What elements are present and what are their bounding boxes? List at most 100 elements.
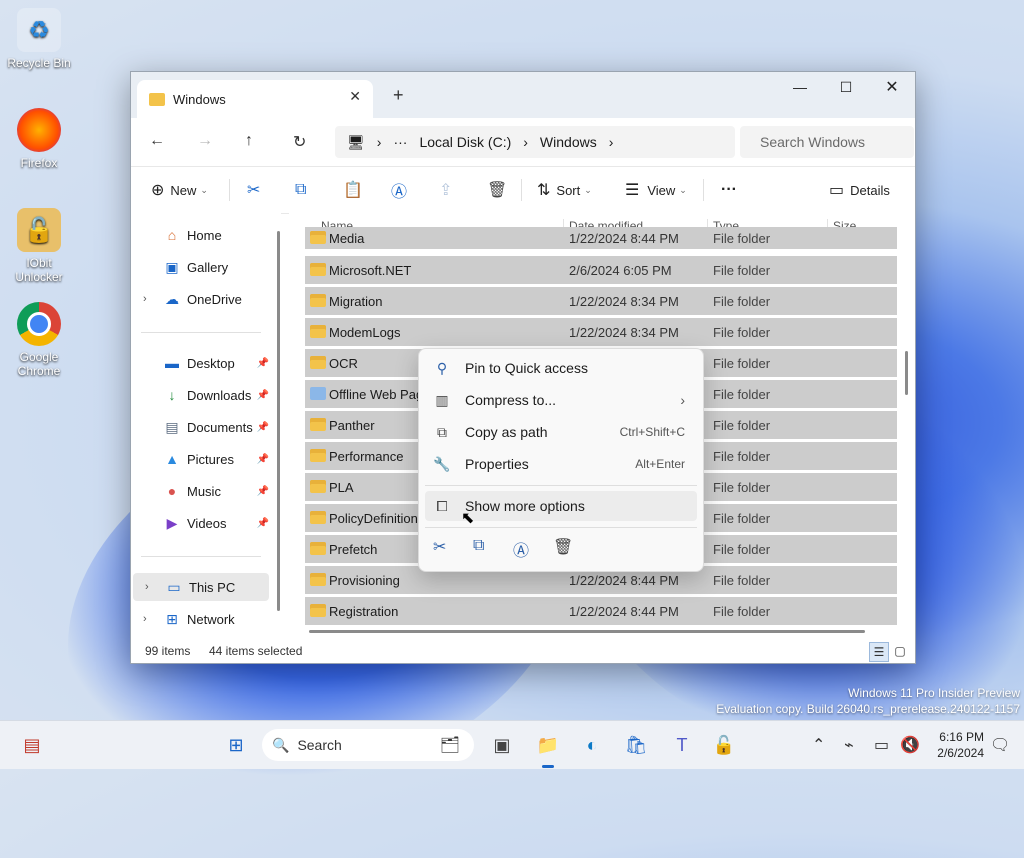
firefox-icon [17, 108, 61, 152]
volume-tray-icon[interactable]: 🔇 [900, 735, 920, 755]
address-bar-row: ← → ↑ ↻ 🖥 › ··· Local Disk (C:) › Window… [131, 118, 915, 166]
new-button[interactable]: ⊕ New ⌄ [151, 167, 208, 213]
horizontal-scrollbar[interactable] [309, 630, 865, 633]
delete-button[interactable]: 🗑 [487, 167, 507, 213]
breadcrumb-more[interactable]: ··· [393, 134, 407, 150]
desktop-icon-firefox[interactable]: Firefox [3, 108, 75, 170]
back-button[interactable]: ← [149, 132, 165, 150]
rename-icon: Ⓐ [391, 184, 408, 201]
nav-item-this-pc[interactable]: › ▭ This PC [133, 573, 269, 601]
teams-icon[interactable]: T [668, 731, 696, 759]
display-tray-icon[interactable]: ▭ [874, 735, 889, 755]
nav-item-pictures[interactable]: ▲ Pictures 📌 [131, 445, 271, 473]
desktop-icon-recycle-bin[interactable]: ♻ Recycle Bin [3, 8, 75, 70]
details-button[interactable]: ▭ Details [829, 167, 890, 213]
menu-item-compress[interactable]: ▥ Compress to... › [425, 385, 697, 415]
nav-item-music[interactable]: ● Music 📌 [131, 477, 271, 505]
table-row[interactable]: Registration 1/22/2024 8:44 PM File fold… [305, 597, 897, 625]
selected-count: 44 items selected [209, 644, 303, 658]
menu-item-copy-as-path[interactable]: ⧉ Copy as path Ctrl+Shift+C [425, 417, 697, 447]
folder-icon [310, 294, 326, 307]
monitor-icon: 🖥 [347, 133, 365, 150]
store-icon[interactable]: 🛍 [622, 731, 650, 759]
nav-item-network[interactable]: › ⊞ Network [131, 605, 271, 633]
forward-button[interactable]: → [197, 132, 213, 150]
chevron-down-icon: ⌄ [679, 184, 687, 195]
rename-button[interactable]: Ⓐ [391, 167, 407, 213]
share-icon: ⇪ [439, 182, 453, 199]
search-placeholder: Search Windows [760, 134, 866, 150]
table-row[interactable]: Migration 1/22/2024 8:34 PM File folder [305, 287, 897, 315]
watermark-line2: Evaluation copy. Build 26040.rs_prerelea… [716, 702, 1020, 716]
start-button[interactable]: ⊞ [222, 731, 250, 759]
chevron-right-icon[interactable]: › [143, 293, 147, 305]
clock[interactable]: 6:16 PM 2/6/2024 [930, 729, 984, 761]
paste-button[interactable]: 📋 [343, 167, 363, 213]
breadcrumb-local-disk[interactable]: Local Disk (C:) [419, 134, 511, 150]
maximize-button[interactable]: ☐ [823, 72, 869, 102]
nav-item-onedrive[interactable]: › ☁ OneDrive [131, 285, 271, 313]
toolbar-divider [229, 179, 230, 201]
nav-item-videos[interactable]: ▶ Videos 📌 [131, 509, 271, 537]
sort-button[interactable]: ⇅ Sort ⌄ [537, 167, 592, 213]
nav-item-home[interactable]: ⌂ Home [131, 221, 271, 249]
file-explorer-taskbar-icon[interactable]: 📁 [534, 731, 562, 759]
onedrive-icon: ☁ [165, 290, 179, 307]
breadcrumb-windows[interactable]: Windows [540, 134, 597, 150]
navigation-pane: ⌂ Home ▣ Gallery › ☁ OneDrive ▬ Desktop … [131, 213, 281, 639]
view-button[interactable]: ☰ View ⌄ [625, 167, 687, 213]
desktop-icon-iobit-unlocker[interactable]: 🔓 IObit Unlocker [3, 208, 75, 284]
desktop-icon-chrome[interactable]: Google Chrome [3, 302, 75, 378]
wrench-icon: 🔧 [433, 455, 451, 472]
chevron-right-icon: › [680, 392, 685, 408]
chevron-up-icon[interactable]: ⌃ [812, 735, 825, 755]
close-window-button[interactable]: ✕ [869, 72, 915, 102]
table-row[interactable]: Microsoft.NET 2/6/2024 6:05 PM File fold… [305, 256, 897, 284]
nav-item-documents[interactable]: ▤ Documents 📌 [131, 413, 271, 441]
table-row[interactable]: ModemLogs 1/22/2024 8:34 PM File folder [305, 318, 897, 346]
music-icon: ● [167, 483, 177, 499]
rename-icon[interactable]: Ⓐ [513, 537, 529, 561]
up-button[interactable]: ↑ [245, 132, 253, 150]
trash-icon[interactable]: 🗑 [553, 537, 573, 557]
task-view-icon[interactable]: ▣ [488, 731, 516, 759]
cut-button[interactable]: ✂ [247, 167, 260, 213]
widgets-icon[interactable]: ▤ [18, 731, 46, 759]
nav-item-gallery[interactable]: ▣ Gallery [131, 253, 271, 281]
copy-icon[interactable]: ⧉ [473, 537, 484, 555]
details-view-button[interactable]: ☰ [869, 642, 889, 662]
nav-item-downloads[interactable]: ↓ Downloads 📌 [131, 381, 271, 409]
search-icon: 🔍 [272, 736, 290, 753]
taskbar-search[interactable]: 🔍 Search 🗂 [262, 729, 474, 761]
folder-icon [149, 92, 165, 106]
nav-item-desktop[interactable]: ▬ Desktop 📌 [131, 349, 271, 377]
vertical-scrollbar[interactable] [905, 351, 908, 395]
recycle-bin-icon: ♻ [17, 8, 61, 52]
tiles-view-button[interactable]: ▢ [891, 642, 909, 660]
close-tab-icon[interactable]: ✕ [349, 88, 361, 105]
chevron-right-icon[interactable]: › [143, 613, 147, 625]
search-input[interactable]: Search Windows [740, 126, 914, 158]
plus-circle-icon: ⊕ [151, 182, 165, 199]
new-tab-button[interactable]: + [393, 85, 404, 106]
edge-icon[interactable]: ◐ [578, 731, 606, 759]
iobit-unlocker-taskbar-icon[interactable]: 🔓 [710, 731, 738, 759]
chevron-right-icon[interactable]: › [145, 581, 149, 593]
menu-item-pin-quick-access[interactable]: ⚲ Pin to Quick access [425, 353, 697, 383]
menu-item-properties[interactable]: 🔧 Properties Alt+Enter [425, 449, 697, 479]
cut-icon[interactable]: ✂ [433, 537, 446, 557]
copy-button[interactable]: ⧉ [295, 167, 306, 213]
share-button[interactable]: ⇪ [439, 167, 452, 213]
nav-scrollbar[interactable] [277, 231, 280, 611]
pin-icon: 📌 [256, 453, 269, 465]
refresh-button[interactable]: ↻ [293, 132, 306, 152]
notifications-icon[interactable]: 🗨 [990, 735, 1010, 755]
tab-windows[interactable]: Windows ✕ [137, 80, 373, 118]
folder-icon [310, 480, 326, 493]
breadcrumb[interactable]: 🖥 › ··· Local Disk (C:) › Windows › [335, 126, 735, 158]
table-row[interactable]: Media 1/22/2024 8:44 PM File folder [305, 227, 897, 249]
details-view-icon: ☰ [873, 645, 885, 659]
minimize-button[interactable]: — [777, 72, 823, 102]
more-options-button[interactable]: ··· [721, 167, 737, 213]
network-tray-icon[interactable]: ⌁ [844, 735, 854, 755]
